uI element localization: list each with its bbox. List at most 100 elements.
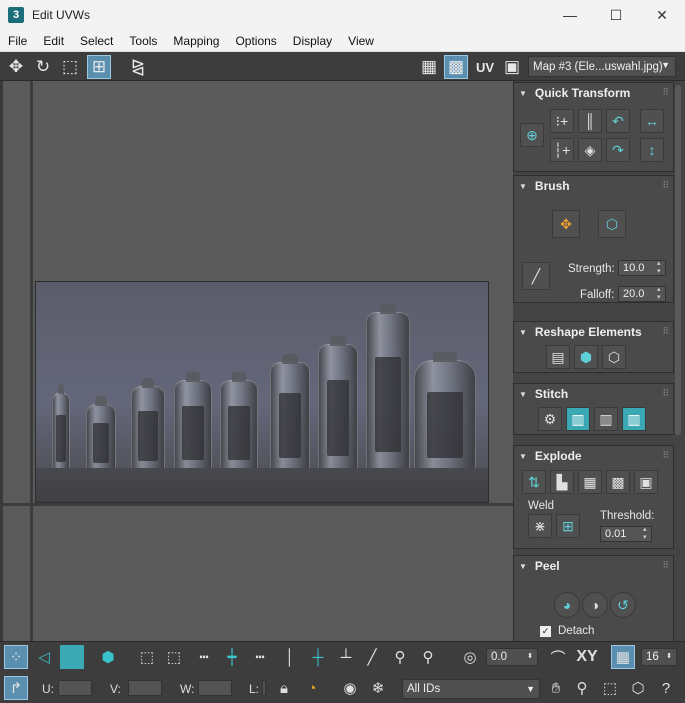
uv-viewport[interactable]	[0, 81, 513, 641]
align-horizontal-icon[interactable]: ⁝+	[550, 109, 574, 133]
v-field[interactable]	[128, 680, 162, 696]
menu-tools[interactable]: Tools	[121, 34, 165, 48]
xy-toggle[interactable]: XY	[574, 645, 600, 669]
lock-icon[interactable]: 🔒︎	[272, 676, 296, 700]
explode-to-elements-icon[interactable]: ▣	[634, 470, 658, 494]
w-field[interactable]	[198, 680, 232, 696]
pan-icon[interactable]: ✋︎	[544, 676, 568, 700]
grow-selection-icon[interactable]: ⬚	[135, 645, 159, 669]
grid-line-horizontal	[3, 503, 513, 506]
stitch-source-icon[interactable]: ▥	[622, 407, 646, 431]
grid-snap-icon[interactable]: ▦	[611, 645, 635, 669]
scale-icon[interactable]: ⬚	[58, 55, 82, 79]
menu-file[interactable]: File	[0, 34, 35, 48]
stitch-average-icon[interactable]: ▥	[594, 407, 618, 431]
weld-selected-icon[interactable]: ⋇	[528, 514, 552, 538]
rollout-header[interactable]: ▼ Peel	[514, 556, 673, 576]
rollout-header[interactable]: ▼ Stitch	[514, 384, 673, 404]
offset-spinner[interactable]: 0.0 ⬍	[486, 648, 538, 666]
menu-display[interactable]: Display	[285, 34, 340, 48]
zoom-icon[interactable]: ⚲	[570, 676, 594, 700]
explode-by-polygroups-icon[interactable]: ▙	[550, 470, 574, 494]
align-center-icon[interactable]: ⊕	[520, 123, 544, 147]
paint-move-icon[interactable]: ✥	[552, 210, 580, 238]
grid-size-spinner[interactable]: 16 ⬍	[641, 648, 677, 666]
ids-select[interactable]: All IDs ▼	[402, 679, 540, 699]
detach-checkbox[interactable]: ✓	[540, 626, 551, 637]
menu-view[interactable]: View	[340, 34, 382, 48]
menu-edit[interactable]: Edit	[35, 34, 72, 48]
polygon-mode-icon[interactable]	[60, 645, 84, 669]
freeform-icon[interactable]: ⊞	[87, 55, 111, 79]
break-icon[interactable]: ⇅	[522, 470, 546, 494]
explode-by-material-icon[interactable]: ▩	[606, 470, 630, 494]
space-vertical-arrow-icon[interactable]: ↕	[640, 138, 664, 162]
weld-target-icon[interactable]: ⊞	[556, 514, 580, 538]
absolute-offset-icon[interactable]: ↱	[4, 676, 28, 700]
menu-select[interactable]: Select	[72, 34, 121, 48]
relax-icon[interactable]: ⬢	[574, 345, 598, 369]
edge-mode-icon[interactable]: ◁	[32, 645, 56, 669]
minimize-button[interactable]: —	[547, 0, 593, 30]
show-hidden-icon[interactable]: ◔	[300, 676, 324, 700]
align-vertical-icon[interactable]: ┆+	[550, 138, 574, 162]
rollout-header[interactable]: ▼ Quick Transform	[514, 83, 673, 103]
u-field[interactable]	[58, 680, 92, 696]
loop-grow-icon[interactable]: ┿	[220, 645, 244, 669]
ring-shrink-icon[interactable]: ┼	[306, 645, 330, 669]
ring-grow-icon[interactable]: │	[278, 645, 302, 669]
zoom-extents-icon[interactable]: ⬡	[626, 676, 650, 700]
rollout-header[interactable]: ▼ Brush	[514, 176, 673, 196]
stitch-target-icon[interactable]: ▥	[566, 407, 590, 431]
l-field[interactable]	[262, 680, 266, 696]
panel-scrollbar[interactable]	[675, 85, 681, 435]
rollout-reshape-elements: ▼ Reshape Elements ⠿ ▤ ⬢ ⬡	[513, 321, 674, 373]
rotate-ccw-icon[interactable]: ↶	[606, 109, 630, 133]
zoom-region-icon[interactable]: ⬚	[598, 676, 622, 700]
paint-select-icon[interactable]: ╱	[360, 645, 384, 669]
move-icon[interactable]: ✥	[4, 55, 28, 79]
point-to-point-icon[interactable]: ┴	[334, 645, 358, 669]
reset-peel-icon[interactable]: ↺	[610, 592, 636, 618]
relax-brush-icon[interactable]: ⬡	[598, 210, 626, 238]
paint-grow-icon[interactable]: ⚲	[388, 645, 412, 669]
rollout-header[interactable]: ▼ Reshape Elements	[514, 322, 673, 342]
maximize-button[interactable]: ☐	[593, 0, 639, 30]
rollout-header[interactable]: ▼ Explode	[514, 446, 673, 466]
rotate-cw-icon[interactable]: ↷	[606, 138, 630, 162]
peel-mode-icon[interactable]: ◑	[582, 592, 608, 618]
ring-icon[interactable]: ┅	[248, 645, 272, 669]
stitch-custom-icon[interactable]: ⚙	[538, 407, 562, 431]
hide-icon[interactable]: ◉	[338, 676, 362, 700]
checker-active-icon[interactable]: ▩	[444, 55, 468, 79]
space-horizontal-icon[interactable]: ↔	[640, 109, 664, 133]
shrink-selection-icon[interactable]: ⬚	[162, 645, 186, 669]
uv-toggle[interactable]: UV	[473, 55, 497, 79]
straighten-icon[interactable]: ▤	[546, 345, 570, 369]
falloff-curve-icon[interactable]: ⌒	[546, 645, 570, 669]
texture-options-icon[interactable]: ▣	[500, 55, 524, 79]
element-mode-icon[interactable]: ⬢	[96, 645, 120, 669]
map-select[interactable]: Map #3 (Ele...uswahl.jpg) ▼	[528, 56, 676, 77]
menu-mapping[interactable]: Mapping	[165, 34, 227, 48]
quick-peel-icon[interactable]: ◕	[554, 592, 580, 618]
vertex-mode-icon[interactable]: ⁘	[4, 645, 28, 669]
threshold-spinner[interactable]: 0.01	[600, 526, 652, 542]
space-vertical-icon[interactable]: ║	[578, 109, 602, 133]
freeze-icon[interactable]: ❄	[366, 676, 390, 700]
paint-shrink-icon[interactable]: ⚲	[416, 645, 440, 669]
explode-by-smoothing-icon[interactable]: ▦	[578, 470, 602, 494]
falloff-spinner[interactable]: 20.0	[618, 286, 666, 302]
rotate-icon[interactable]: ↻	[31, 55, 55, 79]
loop-icon[interactable]: ┅	[192, 645, 216, 669]
strength-spinner[interactable]: 10.0	[618, 260, 666, 276]
distribute-icon[interactable]: ◈	[578, 138, 602, 162]
soft-selection-icon[interactable]: ◎	[458, 645, 482, 669]
mirror-icon[interactable]: ⧎	[126, 55, 150, 79]
checker-icon[interactable]: ▦	[417, 55, 441, 79]
flatten-icon[interactable]: ⬡	[602, 345, 626, 369]
brush-falloff-icon[interactable]: ╱	[522, 262, 550, 290]
help-icon[interactable]: ?	[654, 676, 678, 700]
menu-options[interactable]: Options	[227, 34, 284, 48]
close-button[interactable]: ✕	[639, 0, 685, 30]
